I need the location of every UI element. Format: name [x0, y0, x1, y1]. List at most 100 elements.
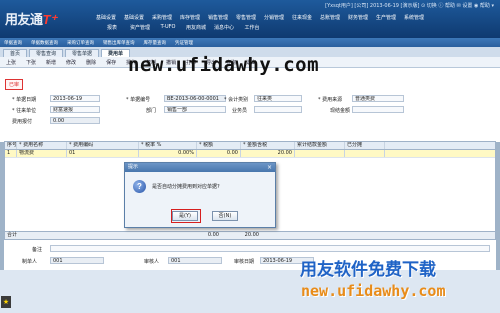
- date-field[interactable]: 2013-06-19: [50, 95, 100, 102]
- maker-label: 制单人: [22, 259, 38, 265]
- cell-tax[interactable]: 0.00: [197, 150, 241, 157]
- watermark-url-bottom: new.ufidawhy.com: [301, 282, 446, 300]
- toolbar-button[interactable]: 修改: [66, 59, 76, 66]
- grid-header: 序号 * 费用名称 * 费用编码 * 税率 % * 税额 * 金额含税 累计结款…: [5, 142, 495, 150]
- date-label: * 单据日期: [12, 97, 37, 103]
- menu-item[interactable]: 生产管理: [372, 14, 400, 21]
- tab-expense-doc[interactable]: 费用单: [101, 49, 131, 57]
- cell-expense-code[interactable]: 01: [67, 150, 139, 157]
- close-icon[interactable]: ×: [267, 163, 272, 172]
- nav-tab[interactable]: 单据数据查询: [31, 40, 58, 46]
- toolbar-button[interactable]: 下张: [26, 59, 36, 66]
- app-logo: 用友通T⁺: [5, 12, 57, 27]
- watermark-url-top: new.ufidawhy.com: [128, 54, 320, 76]
- toolbar-button[interactable]: 上张: [6, 59, 16, 66]
- top-info[interactable]: [Yxsqt用户] [公司] 2013-06-19 [演示版] ⊙ 切换 ⓘ 帮…: [325, 2, 494, 9]
- no-button[interactable]: 否(N): [212, 211, 238, 221]
- cell-tax-rate[interactable]: 0.00%: [139, 150, 197, 157]
- maker-field: 001: [50, 257, 104, 264]
- dialog-title: 提示: [128, 164, 139, 170]
- menu-item[interactable]: 资产管理: [126, 24, 154, 31]
- nav-tabs: 单据查询 单据数据查询 采购订单查询 销售出库单查询 库存量查询 凭证管理: [0, 38, 500, 47]
- toolbar-button[interactable]: 新增: [46, 59, 56, 66]
- dept-label: 部门: [146, 108, 157, 114]
- nav-tab[interactable]: 单据查询: [4, 40, 22, 46]
- cell-expense-name[interactable]: 物流费: [17, 150, 67, 157]
- menu-item[interactable]: 销售管理: [204, 14, 232, 21]
- amount-label: 费用报付: [12, 119, 33, 125]
- unit-field[interactable]: 财富速报: [50, 106, 100, 113]
- top-bar: 用友通T⁺ [Yxsqt用户] [公司] 2013-06-19 [演示版] ⊙ …: [0, 0, 500, 38]
- nav-tab[interactable]: 凭证管理: [175, 40, 193, 46]
- nav-tab[interactable]: 采购订单查询: [67, 40, 94, 46]
- toolbar-button[interactable]: 删除: [86, 59, 96, 66]
- remark-label: 备注: [32, 247, 43, 253]
- watermark-text: 用友软件免费下载: [300, 260, 436, 280]
- secondary-menu: 报表 资产管理 T-UFO 用友商城 消息中心 工作台: [98, 24, 266, 31]
- code-field: BE-2013-06-00-0001: [164, 95, 226, 102]
- table-row[interactable]: 1 物流费 01 0.00% 0.00 20.00: [5, 150, 495, 158]
- nav-tab[interactable]: 库存量查询: [144, 40, 167, 46]
- menu-item[interactable]: 工作台: [238, 24, 266, 31]
- salesman-field[interactable]: [254, 106, 302, 113]
- auditor-field: 001: [168, 257, 222, 264]
- sum-row: 合计 0.00 20.00: [4, 231, 496, 240]
- audited-stamp: 已审: [5, 79, 24, 90]
- menu-item[interactable]: 分销管理: [260, 14, 288, 21]
- auditor-label: 审核人: [144, 259, 160, 265]
- yes-button[interactable]: 是(Y): [172, 211, 198, 221]
- cash-label: 现结金额: [330, 108, 351, 114]
- star-icon[interactable]: ★: [1, 296, 11, 308]
- currency-field[interactable]: 往来类: [254, 95, 302, 102]
- menu-item[interactable]: 往来现金: [288, 14, 316, 21]
- tab-retail-doc[interactable]: 零售单据: [65, 49, 100, 57]
- app-window: 用友通T⁺ [Yxsqt用户] [公司] 2013-06-19 [演示版] ⊙ …: [0, 0, 500, 313]
- currency-label: * 会计类别: [224, 97, 249, 103]
- menu-item[interactable]: 基础设置: [92, 14, 120, 21]
- remark-field[interactable]: [50, 245, 490, 252]
- settle-label: * 费用来源: [318, 97, 343, 103]
- sum-label: 合计: [7, 232, 18, 238]
- settle-field[interactable]: 普通类费: [352, 95, 404, 102]
- cell-settled: [295, 150, 345, 157]
- menu-item[interactable]: 系统管理: [400, 14, 428, 21]
- confirm-dialog: 提示 × ? 是否自动分摊费用到对应单据? 是(Y) 否(N): [124, 162, 276, 228]
- column-header: 累计结款金额: [295, 142, 345, 149]
- cell-allocated[interactable]: [345, 150, 385, 157]
- menu-item[interactable]: 总账管理: [316, 14, 344, 21]
- amount-field: 0.00: [50, 117, 100, 124]
- menu-item[interactable]: 财务管理: [344, 14, 372, 21]
- column-header: * 费用编码: [67, 142, 139, 149]
- question-icon: ?: [133, 180, 146, 193]
- salesman-label: 业务员: [232, 108, 248, 114]
- cash-field[interactable]: [352, 106, 404, 113]
- tab-retail-query[interactable]: 零售查询: [29, 49, 64, 57]
- cell-amount[interactable]: 20.00: [241, 150, 295, 157]
- column-header: * 税额: [197, 142, 241, 149]
- column-header: 序号: [7, 142, 17, 149]
- column-header: 已分摊: [345, 142, 385, 149]
- audit-date-label: 审核日期: [234, 259, 255, 265]
- dialog-titlebar[interactable]: 提示 ×: [125, 163, 275, 172]
- nav-tab[interactable]: 销售出库单查询: [103, 40, 135, 46]
- menu-item[interactable]: 基础设置: [120, 14, 148, 21]
- menu-item[interactable]: 消息中心: [210, 24, 238, 31]
- toolbar-button[interactable]: 保存: [106, 59, 116, 66]
- cell-index: 1: [5, 150, 17, 157]
- main-menu: 基础设置 基础设置 采购管理 库存管理 销售管理 零售管理 分销管理 往来现金 …: [92, 14, 428, 21]
- dialog-message: 是否自动分摊费用到对应单据?: [152, 184, 220, 190]
- sum-tax: 0.00: [207, 232, 219, 238]
- menu-item[interactable]: 库存管理: [176, 14, 204, 21]
- menu-item[interactable]: 报表: [98, 24, 126, 31]
- sum-amount: 20.00: [244, 232, 259, 238]
- column-header: * 税率 %: [139, 142, 197, 149]
- menu-item[interactable]: 用友商城: [182, 24, 210, 31]
- column-header: * 费用名称: [17, 142, 67, 149]
- unit-label: * 往来单位: [12, 108, 37, 114]
- dept-field[interactable]: 销售一部: [164, 106, 226, 113]
- menu-item[interactable]: 采购管理: [148, 14, 176, 21]
- menu-item[interactable]: T-UFO: [154, 24, 182, 31]
- menu-item[interactable]: 零售管理: [232, 14, 260, 21]
- code-label: * 单据编号: [126, 97, 151, 103]
- tab-home[interactable]: 首页: [3, 49, 28, 57]
